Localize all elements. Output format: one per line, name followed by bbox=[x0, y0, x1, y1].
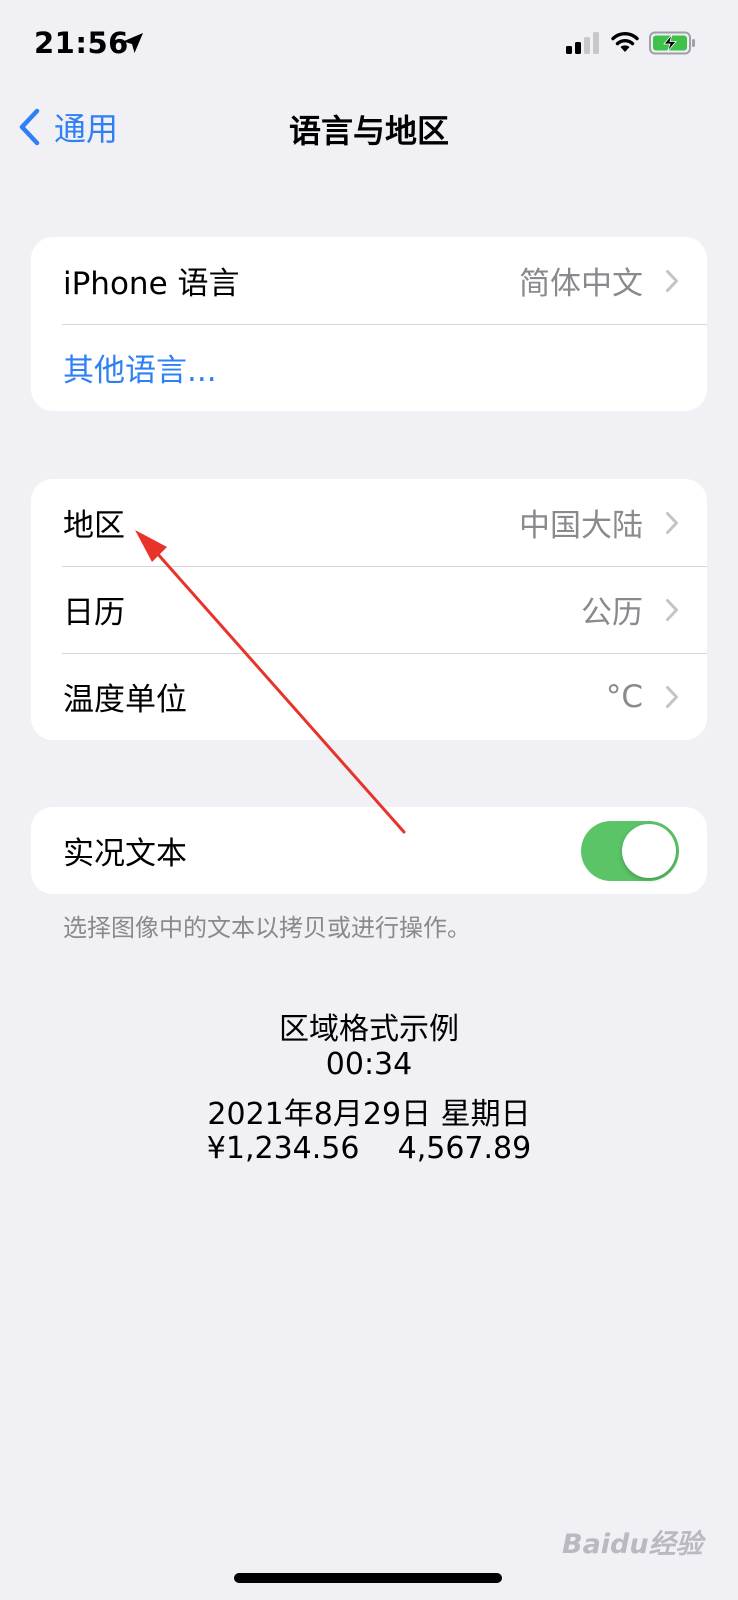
chevron-right-icon bbox=[666, 511, 678, 534]
live-text-row: 实况文本 bbox=[31, 807, 707, 894]
chevron-right-icon bbox=[666, 269, 678, 292]
region-card: 地区 中国大陆 日历 公历 温度单位 °C bbox=[31, 479, 707, 740]
chevron-right-icon bbox=[666, 685, 678, 708]
calendar-label: 日历 bbox=[63, 595, 125, 631]
region-format-heading: 区域格式示例 bbox=[279, 1012, 459, 1047]
live-text-label: 实况文本 bbox=[63, 836, 187, 872]
other-languages-link[interactable]: 其他语言... bbox=[63, 345, 679, 390]
format-example-date: 2021年8月29日 星期日 bbox=[207, 1097, 531, 1132]
status-time: 21:56 bbox=[34, 26, 129, 60]
location-arrow-icon bbox=[123, 33, 143, 53]
watermark: Baidu经验 bbox=[562, 1529, 703, 1560]
temperature-unit-label: 温度单位 bbox=[63, 682, 187, 718]
iphone-language-row[interactable]: iPhone 语言 简体中文 bbox=[31, 237, 707, 324]
page-title: 语言与地区 bbox=[288, 112, 449, 150]
settings-screen: 21:56 通用 语言与地区 iPhone 语言 简体中文 其他语言... 地区… bbox=[0, 0, 738, 1600]
other-languages-row[interactable]: 其他语言... bbox=[31, 324, 707, 411]
wifi-icon bbox=[611, 31, 639, 52]
live-text-card: 实况文本 bbox=[31, 807, 707, 894]
format-example-time: 00:34 bbox=[325, 1047, 413, 1082]
format-example-numbers: ¥1,234.56 4,567.89 bbox=[206, 1131, 532, 1166]
calendar-value: 公历 bbox=[581, 595, 643, 631]
language-card: iPhone 语言 简体中文 其他语言... bbox=[31, 237, 707, 411]
home-indicator[interactable] bbox=[234, 1573, 502, 1583]
iphone-language-label: iPhone 语言 bbox=[63, 266, 240, 302]
calendar-row[interactable]: 日历 公历 bbox=[31, 566, 707, 653]
cellular-signal-icon bbox=[566, 32, 599, 54]
region-label: 地区 bbox=[63, 508, 125, 544]
toggle-knob bbox=[622, 823, 676, 878]
temperature-unit-row[interactable]: 温度单位 °C bbox=[31, 653, 707, 740]
chevron-right-icon bbox=[666, 598, 678, 621]
region-value: 中国大陆 bbox=[519, 508, 643, 544]
battery-charging-icon bbox=[649, 31, 695, 55]
region-row[interactable]: 地区 中国大陆 bbox=[31, 479, 707, 566]
temperature-unit-value: °C bbox=[605, 678, 643, 715]
iphone-language-value: 简体中文 bbox=[519, 266, 643, 302]
live-text-toggle[interactable] bbox=[581, 820, 679, 881]
live-text-footnote: 选择图像中的文本以拷贝或进行操作。 bbox=[63, 914, 471, 942]
